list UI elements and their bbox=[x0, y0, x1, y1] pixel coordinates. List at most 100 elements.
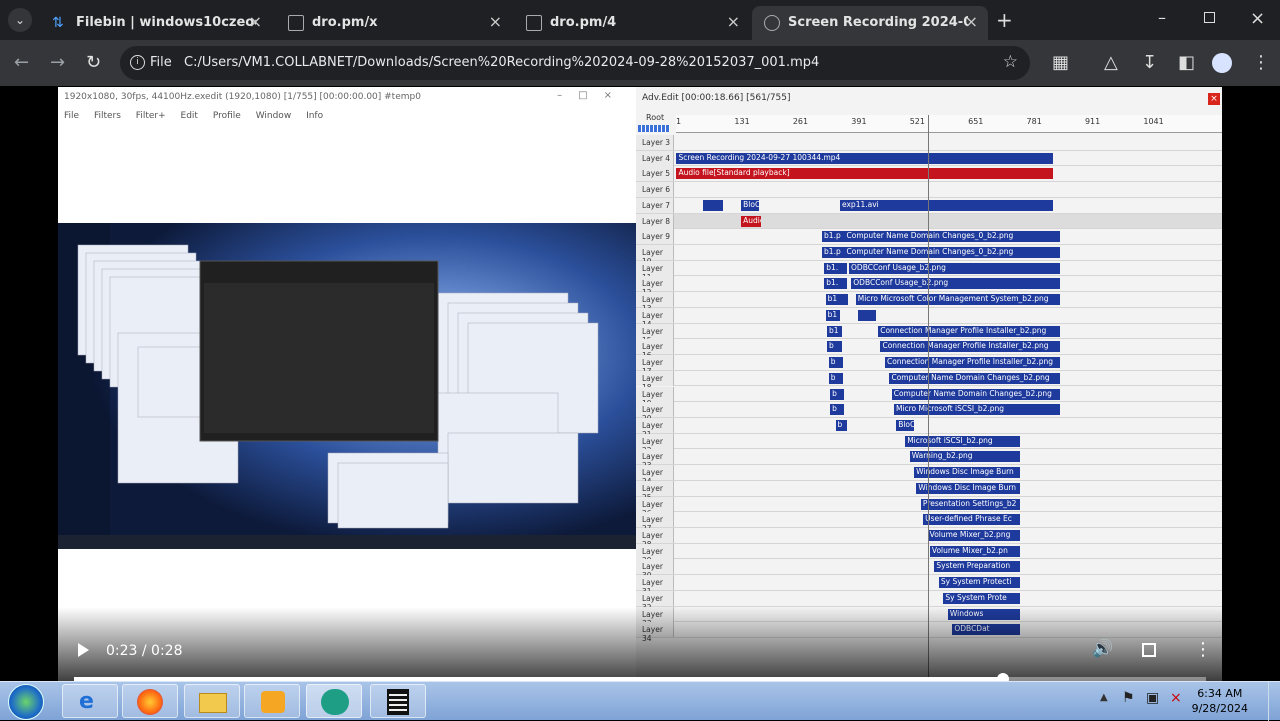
layer-label[interactable]: Layer 21 bbox=[636, 417, 674, 439]
extensions-icon[interactable]: ▦ bbox=[1052, 52, 1069, 73]
layer-label[interactable]: Layer 31 bbox=[636, 575, 674, 596]
layer-label[interactable]: Layer 22 bbox=[636, 433, 674, 455]
layer-label[interactable]: Layer 29 bbox=[636, 543, 674, 565]
playhead-cursor[interactable] bbox=[928, 115, 929, 681]
timeline-clip[interactable]: Audio bbox=[741, 215, 762, 227]
layer-row[interactable]: Layer 29 Volume Mixer_b2.pn bbox=[636, 543, 1222, 565]
restore-button[interactable] bbox=[1204, 12, 1215, 23]
layer-row[interactable]: Layer 7 BloO exp11.avi bbox=[636, 197, 1222, 214]
timeline-clip[interactable]: Connection Manager Profile Installer_b2.… bbox=[884, 357, 1061, 369]
tab-close-icon[interactable]: × bbox=[727, 12, 740, 31]
tab-dro-4[interactable]: dro.pm/4 × bbox=[514, 6, 750, 40]
more-options-icon[interactable]: ⋮ bbox=[1194, 639, 1212, 660]
progress-knob[interactable] bbox=[997, 673, 1010, 681]
layer-label[interactable]: Layer 16 bbox=[636, 339, 674, 360]
show-hidden-icons[interactable]: ▲ bbox=[1100, 692, 1108, 703]
layer-label[interactable]: Layer 18 bbox=[636, 370, 674, 392]
start-orb-icon[interactable] bbox=[8, 684, 44, 720]
show-desktop-button[interactable] bbox=[1268, 682, 1280, 721]
volume-icon[interactable]: 🔊 bbox=[1092, 639, 1113, 659]
info-icon[interactable]: i bbox=[130, 55, 145, 70]
timeline-clip[interactable]: Sy System Prote bbox=[943, 592, 1020, 604]
timeline-clip[interactable] bbox=[702, 199, 724, 211]
video-player[interactable]: 1920x1080, 30fps, 44100Hz.exedit (1920,1… bbox=[58, 87, 1222, 681]
timeline-close-button[interactable]: × bbox=[1208, 93, 1220, 105]
layer-row[interactable]: Layer 13 b1 Micro Microsoft Color Manageme… bbox=[636, 292, 1222, 313]
timeline-clip[interactable]: Sy System Protecti bbox=[938, 577, 1020, 589]
layer-label[interactable]: Layer 9 bbox=[636, 229, 674, 245]
layer-row[interactable]: Layer 5 Audio file[Standard playback] bbox=[636, 166, 1222, 183]
tab-screen-recording[interactable]: Screen Recording 2024-09-28 × bbox=[752, 6, 988, 40]
layer-label[interactable]: Layer 28 bbox=[636, 528, 674, 549]
timeline-clip[interactable]: Volume Mixer_b2.pn bbox=[929, 545, 1020, 557]
timeline-clip[interactable]: Computer Name Domain Changes_b2.png bbox=[891, 388, 1061, 400]
fullscreen-icon[interactable] bbox=[1142, 643, 1156, 657]
timeline-clip[interactable]: b bbox=[830, 404, 845, 416]
layer-row[interactable]: Layer 23 Warning_b2.png bbox=[636, 449, 1222, 470]
bookmark-star-icon[interactable]: ☆ bbox=[1003, 52, 1018, 72]
back-icon[interactable]: ← bbox=[14, 52, 29, 73]
address-bar[interactable]: i File C:/Users/VM1.COLLABNET/Downloads/… bbox=[120, 46, 1030, 80]
timeline-clip[interactable]: Screen Recording 2024-09-27 100344.mp4 bbox=[676, 152, 1054, 164]
layer-row[interactable]: Layer 4 Screen Recording 2024-09-27 10034… bbox=[636, 150, 1222, 167]
system-clock[interactable]: 6:34 AM 9/28/2024 bbox=[1192, 686, 1248, 716]
tab-close-icon[interactable]: × bbox=[489, 12, 502, 31]
new-tab-button[interactable]: + bbox=[996, 8, 1013, 32]
layer-row[interactable]: Layer 3 bbox=[636, 135, 1222, 151]
taskbar-video-button[interactable] bbox=[370, 684, 426, 718]
reload-icon[interactable]: ↻ bbox=[86, 52, 101, 73]
zoom-gauge[interactable] bbox=[638, 125, 670, 132]
layer-row[interactable]: Layer 22 Microsoft iSCSI_b2.png bbox=[636, 433, 1222, 455]
timeline-clip[interactable]: b bbox=[835, 419, 847, 431]
timeline-clip[interactable]: Computer Name Domain Changes_0_b2.png bbox=[844, 247, 1061, 259]
taskbar-explorer-button[interactable] bbox=[184, 684, 240, 718]
timeline-clip[interactable]: Audio file[Standard playback] bbox=[676, 168, 1054, 180]
timeline-clip[interactable]: Connection Manager Profile Installer_b2.… bbox=[878, 325, 1061, 337]
layer-label[interactable]: Layer 5 bbox=[636, 166, 674, 182]
layer-label[interactable]: Layer 24 bbox=[636, 465, 674, 486]
layer-label[interactable]: Layer 4 bbox=[636, 150, 674, 166]
timeline-clip[interactable]: b1.p bbox=[822, 247, 845, 259]
layer-row[interactable]: Layer 21 b BloO bbox=[636, 417, 1222, 439]
flag-icon[interactable]: ⚑ bbox=[1122, 690, 1135, 706]
layer-row[interactable]: Layer 20 b Micro Microsoft iSCSI_b2.png bbox=[636, 402, 1222, 423]
timeline-clip[interactable]: Micro Microsoft iSCSI_b2.png bbox=[893, 404, 1061, 416]
layer-row[interactable]: Layer 11 b1.ODBCConf Usage_b2.png bbox=[636, 260, 1222, 282]
timeline-ruler[interactable]: 1 131 261 391 521 651 781 911 1041 bbox=[676, 115, 1222, 133]
layer-label[interactable]: Layer 17 bbox=[636, 355, 674, 376]
play-icon[interactable] bbox=[78, 643, 89, 657]
layer-row[interactable]: Layer 28 Volume Mixer_b2.png bbox=[636, 528, 1222, 549]
tab-close-icon[interactable]: × bbox=[965, 12, 978, 31]
layer-label[interactable]: Layer 14 bbox=[636, 307, 674, 329]
timeline-clip[interactable]: System Preparation bbox=[934, 561, 1020, 573]
minimize-button[interactable]: – bbox=[1158, 8, 1166, 27]
timeline-clip[interactable]: Microsoft iSCSI_b2.png bbox=[905, 435, 1020, 447]
layer-label[interactable]: Layer 7 bbox=[636, 197, 674, 213]
timeline-clip[interactable]: b1 bbox=[825, 294, 849, 306]
layer-label[interactable]: Layer 15 bbox=[636, 323, 674, 345]
timeline-clip[interactable]: BloO bbox=[896, 419, 915, 431]
layer-row[interactable]: Layer 24 Windows Disc Image Burn bbox=[636, 465, 1222, 486]
layer-row[interactable]: Layer 30 System Preparation bbox=[636, 559, 1222, 580]
network-icon[interactable]: ▣ bbox=[1146, 690, 1159, 706]
layer-label[interactable]: Layer 23 bbox=[636, 449, 674, 470]
timeline-clip[interactable]: b1 bbox=[825, 309, 841, 321]
speaker-muted-icon[interactable]: × bbox=[1170, 690, 1182, 706]
layer-row[interactable]: Layer 26 Presentation Settings_b2 bbox=[636, 496, 1222, 518]
layer-row[interactable]: Layer 6 bbox=[636, 182, 1222, 198]
layer-row[interactable]: Layer 15 b1 Connection Manager Profile Ins… bbox=[636, 323, 1222, 345]
timeline-clip[interactable]: BloO bbox=[741, 199, 760, 211]
profile-avatar-icon[interactable] bbox=[1212, 53, 1232, 73]
timeline-clip[interactable]: ODBCConf Usage_b2.png bbox=[849, 262, 1061, 274]
timeline-clip[interactable]: exp11.avi bbox=[840, 199, 1054, 211]
timeline-clip[interactable]: Computer Name Domain Changes_0_b2.png bbox=[844, 231, 1061, 243]
layer-label[interactable]: Layer 19 bbox=[636, 386, 674, 408]
layer-label[interactable]: Layer 12 bbox=[636, 276, 674, 297]
side-panel-icon[interactable]: ◧ bbox=[1178, 52, 1195, 73]
tab-filebin[interactable]: ⇅ Filebin | windows10czeoo1 × bbox=[40, 6, 272, 40]
timeline-clip[interactable]: Warning_b2.png bbox=[909, 451, 1020, 463]
layer-row[interactable]: Layer 12 b1. ODBCConf Usage_b2.png bbox=[636, 276, 1222, 297]
timeline-clip[interactable]: b1. bbox=[824, 278, 847, 290]
timeline-clip[interactable]: b bbox=[828, 357, 844, 369]
layer-row[interactable]: Layer 25 Windows Disc Image Burn bbox=[636, 480, 1222, 502]
